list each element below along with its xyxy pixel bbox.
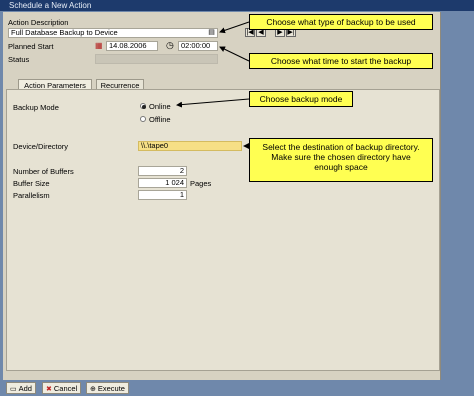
action-description-value: Full Database Backup to Device (11, 28, 118, 37)
number-of-buffers-field[interactable]: 2 (138, 166, 187, 176)
cancel-x-icon: ✖ (46, 386, 52, 393)
offline-label: Offline (149, 115, 171, 124)
callout-destination: Select the destination of backup directo… (249, 138, 433, 182)
execute-button-label: Execute (97, 384, 125, 393)
action-description-label: Action Description (8, 18, 69, 27)
add-button-label: Add (18, 384, 32, 393)
document-icon: ▭ (10, 386, 17, 393)
parallelism-field[interactable]: 1 (138, 190, 187, 200)
clock-icon[interactable]: ◷ (166, 40, 176, 50)
buffer-size-field[interactable]: 1 024 (138, 178, 187, 188)
parallelism-value: 1 (179, 190, 184, 199)
callout-backup-type: Choose what type of backup to be used (249, 14, 433, 30)
parallelism-label: Parallelism (13, 191, 50, 200)
online-radio[interactable] (140, 103, 146, 109)
planned-start-label: Planned Start (8, 42, 54, 51)
callout-destination-line1: Select the destination of backup directo… (262, 142, 420, 152)
status-field (95, 54, 218, 64)
window-title: Schedule a New Action (0, 0, 474, 11)
execute-icon: ⊕ (90, 386, 96, 393)
online-label: Online (149, 102, 171, 111)
add-button[interactable]: ▭ Add (6, 382, 36, 394)
status-label: Status (8, 55, 30, 64)
execute-button[interactable]: ⊕ Execute (86, 382, 129, 394)
planned-time-value: 02:00:00 (181, 41, 211, 50)
buffer-size-value: 1 024 (165, 178, 184, 187)
callout-destination-line2: Make sure the chosen directory have (271, 152, 411, 162)
calendar-icon[interactable]: ▦ (95, 41, 104, 50)
cancel-button-label: Cancel (53, 384, 78, 393)
action-description-field[interactable]: Full Database Backup to Device (8, 28, 218, 38)
number-of-buffers-label: Number of Buffers (13, 167, 74, 176)
planned-date-value: 14.08.2006 (109, 41, 147, 50)
backup-mode-label: Backup Mode (13, 103, 59, 112)
buffer-size-unit: Pages (190, 179, 212, 188)
offline-radio[interactable] (140, 116, 146, 122)
value-help-icon[interactable]: ▤ (207, 29, 216, 37)
planned-time-field[interactable]: 02:00:00 (178, 41, 218, 51)
action-parameters-panel (6, 89, 440, 371)
device-directory-field[interactable]: \\.\tape0 (138, 141, 242, 151)
callout-backup-mode: Choose backup mode (249, 91, 353, 107)
device-directory-value: \\.\tape0 (141, 141, 169, 150)
callout-destination-line3: enough space (314, 162, 368, 172)
number-of-buffers-value: 2 (179, 166, 184, 175)
device-directory-label: Device/Directory (13, 142, 69, 151)
callout-start-time: Choose what time to start the backup (249, 53, 433, 69)
planned-date-field[interactable]: 14.08.2006 (106, 41, 158, 51)
buffer-size-label: Buffer Size (13, 179, 50, 188)
cancel-button[interactable]: ✖ Cancel (42, 382, 82, 394)
